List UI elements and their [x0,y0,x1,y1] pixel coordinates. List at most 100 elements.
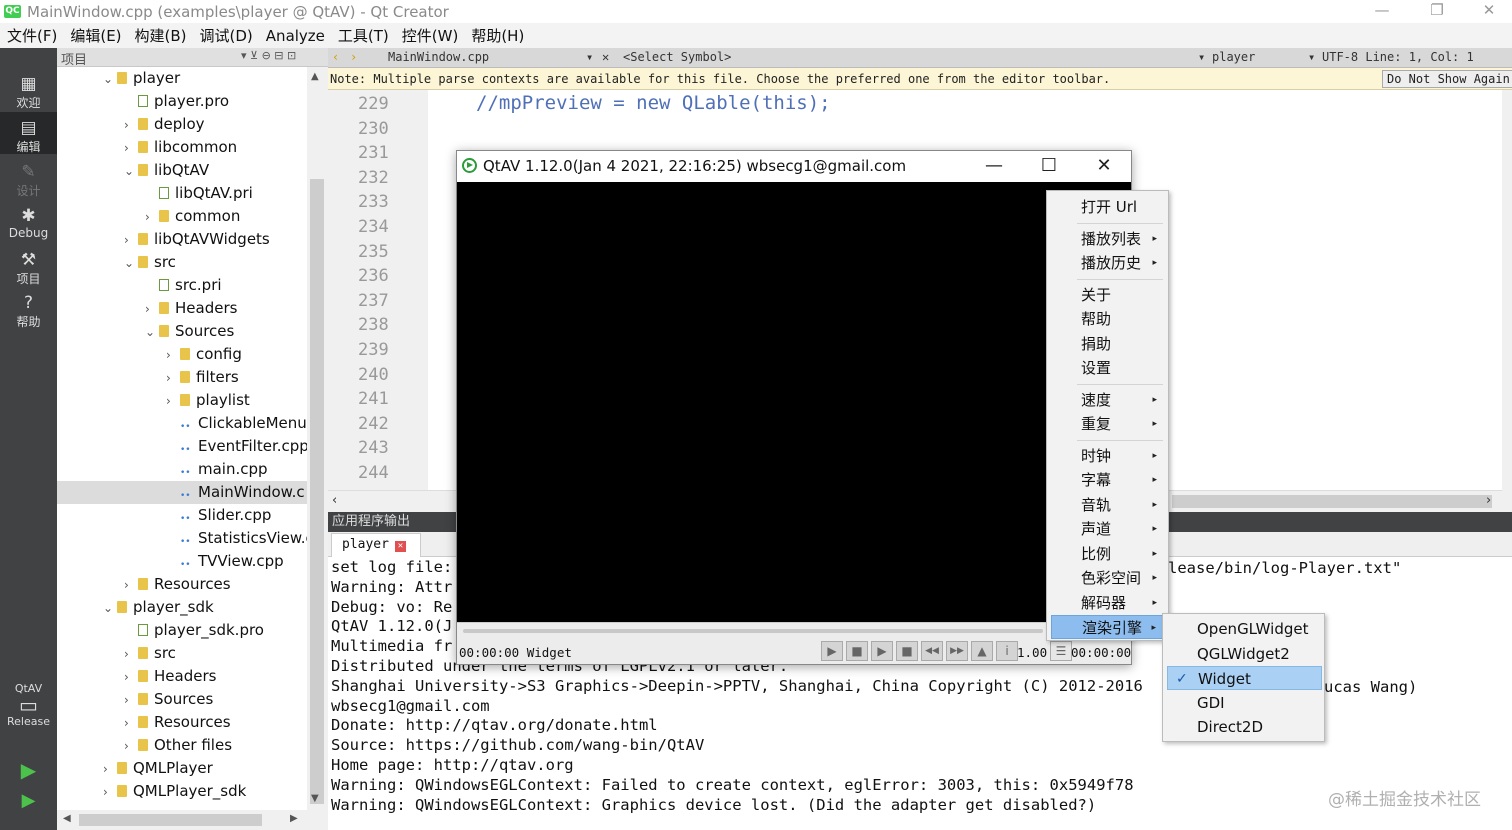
tree-item[interactable]: › Headers [124,665,216,688]
context-menu-item[interactable]: 关于 [1051,283,1165,307]
scroll-up-icon[interactable]: ▲ [311,71,319,82]
chevron-right-icon[interactable]: › [124,666,138,689]
render-engine-option[interactable]: OpenGLWidget [1167,617,1322,641]
tree-item[interactable]: src.pri [145,274,222,297]
chevron-down-icon[interactable]: ⌄ [145,321,159,344]
chevron-down-icon[interactable]: ⌄ [103,597,117,620]
hscroll-thumb[interactable] [79,814,262,826]
context-menu-item[interactable]: 渲染引擎 ▸ [1051,615,1165,639]
tree-item[interactable]: › QMLPlayer [103,757,213,780]
chevron-right-icon[interactable]: › [103,758,117,781]
close-button[interactable]: ✕ [1466,0,1512,23]
tree-item[interactable]: libQtAV.pri [145,182,253,205]
mode-welcome[interactable]: ▦ 欢迎 [0,74,57,111]
tree-item[interactable]: › Resources [124,573,231,596]
tree-item[interactable]: › Sources [124,688,213,711]
symbol-selector[interactable]: <Select Symbol> [623,50,731,64]
menu-analyze[interactable]: Analyze [259,27,331,45]
scroll-down-icon[interactable]: ▼ [311,793,319,804]
chevron-down-icon[interactable]: ⌄ [103,68,117,91]
menu-build[interactable]: 构建(B) [128,25,193,46]
render-engine-option[interactable]: Direct2D [1167,715,1322,739]
player-close-button[interactable]: ✕ [1079,151,1129,182]
mode-project[interactable]: ⚒ 项目 [0,250,57,287]
tree-item[interactable]: › filters [166,366,239,389]
chevron-right-icon[interactable]: › [124,137,138,160]
tree-item[interactable]: player.pro [124,90,229,113]
menu-button[interactable]: ☰ [1050,641,1072,661]
restore-button[interactable]: ❐ [1414,0,1460,23]
chevron-right-icon[interactable]: › [124,689,138,712]
tree-item[interactable]: •• ClickableMenu [166,412,307,435]
tree-item[interactable]: player_sdk.pro [124,619,264,642]
tree-item[interactable]: ⌄ Sources [145,320,234,343]
file-selector[interactable]: MainWindow.cpp [388,50,489,64]
context-menu-item[interactable]: 播放列表 ▸ [1051,227,1165,251]
chevron-right-icon[interactable]: › [124,229,138,252]
render-engine-option[interactable]: ✓ Widget [1167,666,1322,691]
tree-item[interactable]: › libcommon [124,136,237,159]
debug-run-button[interactable]: ▶ [0,790,57,811]
stop-button[interactable]: ■ [896,641,918,661]
play-button[interactable]: ▶ [871,641,893,661]
chevron-right-icon[interactable]: › [166,367,180,390]
context-menu-item[interactable]: 解码器 ▸ [1051,591,1165,615]
tree-item[interactable]: › config [166,343,242,366]
scroll-right-icon[interactable]: › [1486,493,1491,508]
capture-button[interactable]: ▶ [821,641,843,661]
chevron-down-icon[interactable]: ⌄ [124,160,138,183]
menu-tools[interactable]: 工具(T) [331,25,395,46]
forward-button[interactable]: ▶▶ [946,641,968,661]
tree-item[interactable]: › QMLPlayer_sdk [103,780,246,803]
info-button[interactable]: i [996,641,1018,661]
open-button[interactable]: ▲ [971,641,993,661]
context-menu-item[interactable]: 打开 Url [1051,195,1165,219]
context-menu-item[interactable]: 重复 ▸ [1051,412,1165,436]
menu-debug[interactable]: 调试(D) [193,25,259,46]
record-button[interactable]: ■ [846,641,868,661]
tree-item[interactable]: › deploy [124,113,205,136]
tree-item[interactable]: ⌄ player [103,67,180,90]
context-menu-item[interactable]: 帮助 [1051,307,1165,331]
chevron-right-icon[interactable]: › [124,735,138,758]
nav-back-icon[interactable]: ‹ [332,50,339,64]
project-tree-scrollbar[interactable]: ▲ ▼ [307,67,327,810]
chevron-right-icon[interactable]: › [166,344,180,367]
tree-item[interactable]: ⌄ libQtAV [124,159,209,182]
menu-edit[interactable]: 编辑(E) [63,25,127,46]
close-tab-icon[interactable]: ✕ [394,541,406,552]
tree-item[interactable]: ⌄ src [124,251,176,274]
scroll-thumb[interactable] [310,179,324,804]
code-line[interactable]: //mpPreview = new QLable(this); [476,92,831,114]
scroll-left-icon[interactable]: ‹ [332,493,337,508]
project-dropdown-icon[interactable]: ▾ [1198,50,1205,64]
seek-slider[interactable] [463,629,1043,633]
tree-item[interactable]: › Headers [145,297,237,320]
tree-item[interactable]: › playlist [166,389,250,412]
context-menu-item[interactable]: 比例 ▸ [1051,542,1165,566]
mode-help[interactable]: ? 帮助 [0,293,57,330]
tree-item[interactable]: •• Slider.cpp [166,504,271,527]
minimize-button[interactable]: — [1359,0,1405,23]
context-menu-item[interactable]: 音轨 ▸ [1051,493,1165,517]
nav-forward-icon[interactable]: › [350,50,357,64]
output-tab-player[interactable]: player ✕ [331,533,421,557]
menu-help[interactable]: 帮助(H) [464,25,530,46]
tree-item[interactable]: •• MainWindow.c [57,481,307,504]
menu-file[interactable]: 文件(F) [0,25,63,46]
encoding-dropdown-icon[interactable]: ▾ [1308,50,1315,64]
chevron-right-icon[interactable]: › [145,298,159,321]
scroll-right-icon[interactable]: ▶ [290,813,298,824]
chevron-right-icon[interactable]: › [124,643,138,666]
file-dropdown-icon[interactable]: ▾ [586,50,593,64]
context-menu-item[interactable]: 色彩空间 ▸ [1051,566,1165,590]
kit-selector[interactable]: QtAV ▭ Release [0,682,57,728]
tree-item[interactable]: ⌄ player_sdk [103,596,214,619]
video-area[interactable] [457,182,1131,622]
context-menu-item[interactable]: 时钟 ▸ [1051,444,1165,468]
project-tree-hscrollbar[interactable]: ◀ ▶ [57,810,327,830]
context-menu-item[interactable]: 速度 ▸ [1051,388,1165,412]
context-menu-item[interactable]: 字幕 ▸ [1051,468,1165,492]
menu-widgets[interactable]: 控件(W) [395,25,465,46]
tree-item[interactable]: › libQtAVWidgets [124,228,270,251]
